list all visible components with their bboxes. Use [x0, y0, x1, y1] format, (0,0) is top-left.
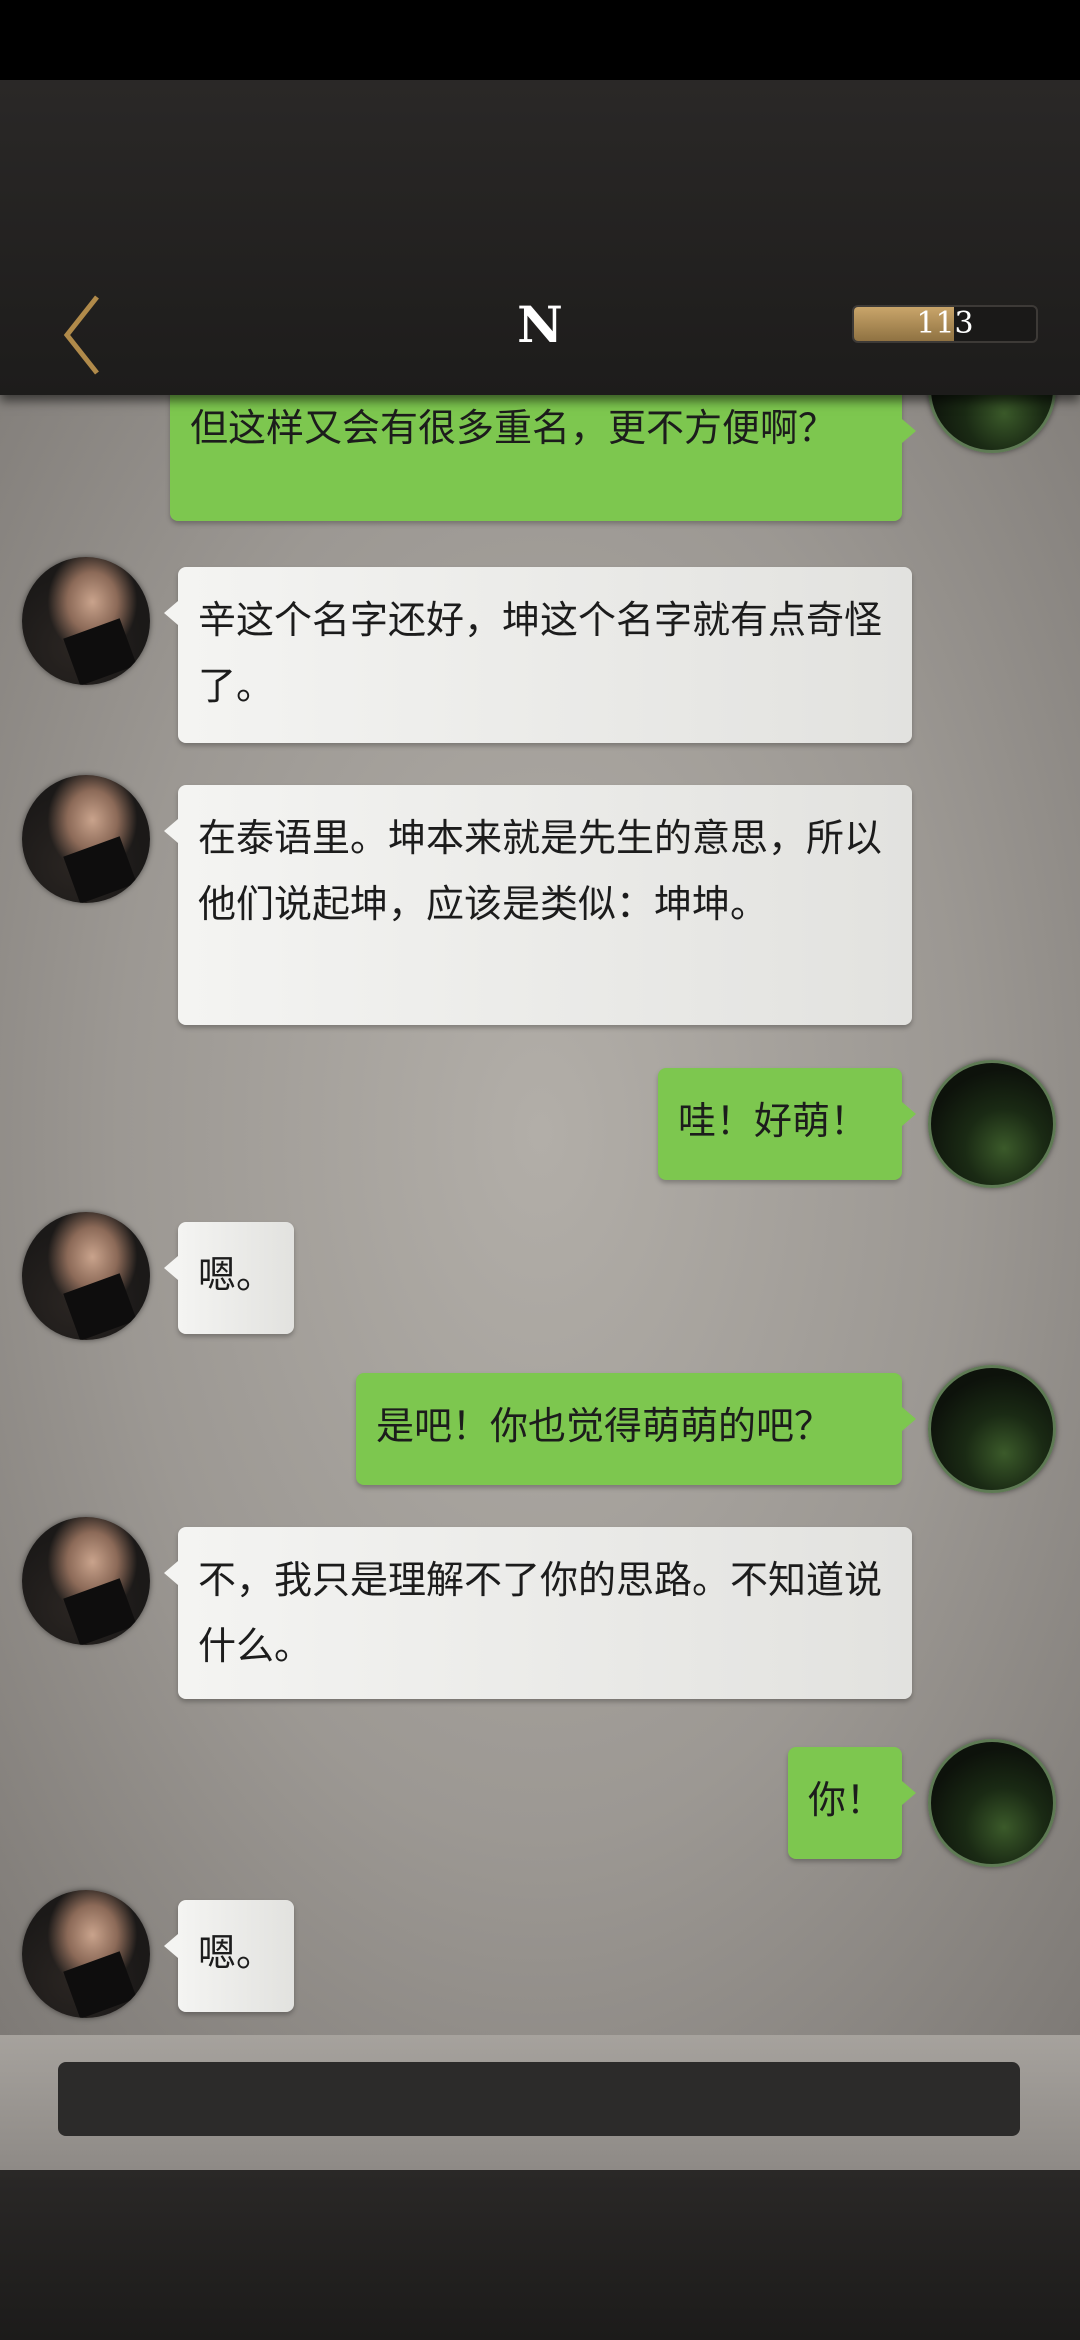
user-avatar[interactable]	[928, 395, 1056, 453]
npc-avatar[interactable]	[22, 557, 150, 685]
message-bubble-user: 哇！好萌！	[658, 1068, 916, 1180]
message-bubble-user: 是吧！你也觉得萌萌的吧？	[356, 1373, 916, 1485]
message-bubble-npc: 在泰语里。坤本来就是先生的意思，所以他们说起坤，应该是类似：坤坤。	[164, 785, 912, 1025]
npc-avatar[interactable]	[22, 1890, 150, 2018]
score-value: 113	[916, 306, 974, 341]
message-bubble-npc: 嗯。	[164, 1222, 294, 1334]
user-avatar[interactable]	[928, 1060, 1056, 1188]
npc-avatar[interactable]	[22, 1517, 150, 1645]
npc-avatar[interactable]	[22, 1212, 150, 1340]
user-avatar[interactable]	[928, 1739, 1056, 1867]
message-bubble-npc: 不，我只是理解不了你的思路。不知道说什么。	[164, 1527, 912, 1699]
npc-avatar[interactable]	[22, 775, 150, 903]
message-bubble-npc: 嗯。	[164, 1900, 294, 2012]
message-input[interactable]	[58, 2062, 1020, 2136]
chat-area[interactable]: 但这样又会有很多重名，更不方便啊？ 辛这个名字还好，坤这个名字就有点奇怪了。 在…	[0, 395, 1080, 2035]
footer-bar	[0, 2170, 1080, 2340]
user-avatar[interactable]	[928, 1365, 1056, 1493]
message-bubble-npc: 辛这个名字还好，坤这个名字就有点奇怪了。	[164, 567, 912, 743]
status-bar	[0, 0, 1080, 80]
message-bubble-user: 但这样又会有很多重名，更不方便啊？	[170, 395, 916, 521]
score-bar: 113	[852, 305, 1038, 343]
message-bubble-user: 你！	[788, 1747, 916, 1859]
